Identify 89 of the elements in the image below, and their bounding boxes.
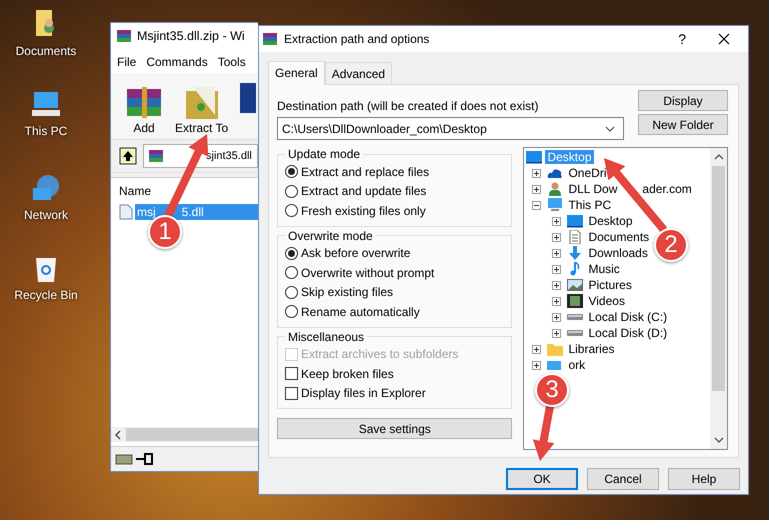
help-button[interactable]: ?: [674, 31, 690, 47]
person-icon: [547, 182, 564, 196]
desktop-icon-label[interactable]: This PC: [24, 124, 68, 138]
menu-item[interactable]: Tools: [218, 55, 246, 69]
chevron-left-icon[interactable]: [114, 430, 122, 440]
tree-item[interactable]: Videos: [586, 294, 627, 308]
tree-item[interactable]: OneDri: [566, 166, 608, 180]
dialog-title: Extraction path and options: [284, 32, 430, 46]
archive-icon: [116, 28, 132, 44]
tree-item[interactable]: Music: [586, 262, 622, 276]
folder-icon: [547, 342, 564, 356]
expander-icon[interactable]: [532, 184, 542, 194]
expander-icon[interactable]: [552, 216, 562, 226]
archive-icon: [148, 148, 164, 164]
chevron-down-icon[interactable]: [605, 126, 615, 132]
radio-option[interactable]: Overwrite without prompt: [285, 263, 504, 282]
expander-icon[interactable]: [552, 280, 562, 290]
radio-option[interactable]: Skip existing files: [285, 282, 504, 302]
save-settings-button[interactable]: Save settings: [277, 418, 512, 439]
side-button[interactable]: Display: [638, 90, 728, 111]
film-icon: [567, 294, 584, 308]
expander-icon[interactable]: [532, 200, 542, 210]
tree-item[interactable]: Local Disk (D:): [586, 326, 670, 340]
computer-icon: [547, 198, 564, 212]
expander-icon[interactable]: [552, 248, 562, 258]
expander-icon[interactable]: [552, 232, 562, 242]
key-icon: [135, 453, 153, 465]
tree-item[interactable]: DLL Dow: [566, 182, 620, 196]
tree-item[interactable]: ader.com: [642, 182, 692, 196]
menu-item[interactable]: File: [117, 55, 136, 69]
tree-item[interactable]: Local Disk (C:): [586, 310, 670, 324]
expander-icon[interactable]: [552, 312, 562, 322]
group-title: Overwrite mode: [287, 228, 374, 242]
radio-option[interactable]: Rename automatically: [285, 302, 504, 322]
tree-item[interactable]: ork: [566, 358, 588, 372]
dialog-button[interactable]: Help: [668, 468, 740, 490]
document-icon: [567, 230, 584, 244]
path-combobox[interactable]: C:\Users\DllDownloader_com\Desktop: [277, 117, 624, 140]
expander-icon[interactable]: [532, 360, 542, 370]
expander-icon[interactable]: [552, 296, 562, 306]
expander-icon[interactable]: [552, 328, 562, 338]
up-folder-icon[interactable]: [119, 147, 137, 165]
download-arrow-icon: [567, 246, 584, 260]
file-icon: [119, 204, 133, 220]
callout-arrow: [532, 405, 554, 461]
tree-item[interactable]: This PC: [566, 198, 614, 212]
close-icon[interactable]: [718, 33, 730, 45]
tree-item[interactable]: Pictures: [586, 278, 634, 292]
desktop-icon-label[interactable]: Recycle Bin: [14, 288, 78, 302]
expander-icon[interactable]: [532, 344, 542, 354]
side-button[interactable]: New Folder: [638, 114, 728, 135]
scrollbar[interactable]: [111, 427, 258, 442]
tree-item[interactable]: Downloads: [586, 246, 650, 260]
tab[interactable]: General: [268, 61, 325, 85]
archive-icon: [262, 31, 278, 47]
monitor-icon: [567, 214, 584, 228]
field-label: Destination path (will be created if does not exist): [277, 99, 540, 113]
checkbox-option[interactable]: Keep broken files: [285, 364, 504, 384]
drive-icon: [115, 453, 133, 465]
drive-icon: [567, 314, 584, 320]
tree-item[interactable]: Documents: [586, 230, 652, 244]
expander-icon[interactable]: [552, 264, 562, 274]
tree-item[interactable]: Desktop: [586, 214, 634, 228]
radio-option[interactable]: Extract and update files: [285, 182, 504, 201]
window-title: Msjint35.dll.zip - Wi: [137, 29, 245, 43]
dialog-button[interactable]: Cancel: [587, 468, 659, 490]
monitor-icon: [526, 150, 542, 164]
chevron-down-icon[interactable]: [714, 437, 724, 443]
expander-icon[interactable]: [532, 168, 542, 178]
network-icon: [547, 358, 564, 372]
group-title: Update mode: [287, 147, 362, 161]
tree-item[interactable]: Libraries: [566, 342, 616, 356]
radio-option[interactable]: Ask before overwrite: [285, 244, 504, 263]
checkbox-option[interactable]: Display files in Explorer: [285, 384, 504, 403]
desktop-icon-label[interactable]: Documents: [16, 44, 76, 58]
desktop-icon-label[interactable]: Network: [24, 208, 68, 222]
chevron-up-icon[interactable]: [714, 154, 724, 160]
add-button[interactable]: Add: [121, 85, 167, 135]
picture-icon: [567, 278, 584, 292]
scrollbar[interactable]: [710, 148, 727, 449]
drive-icon: [567, 330, 584, 336]
tab[interactable]: Advanced: [324, 62, 392, 84]
column-header[interactable]: Name: [111, 178, 258, 204]
menu-item[interactable]: Commands: [146, 55, 208, 69]
radio-option[interactable]: Extract and replace files: [285, 162, 504, 182]
group-title: Miscellaneous: [287, 330, 366, 344]
radio-option[interactable]: Fresh existing files only: [285, 201, 504, 220]
dialog-button[interactable]: OK: [506, 468, 578, 490]
extract-to-button[interactable]: Extract To: [173, 85, 230, 135]
